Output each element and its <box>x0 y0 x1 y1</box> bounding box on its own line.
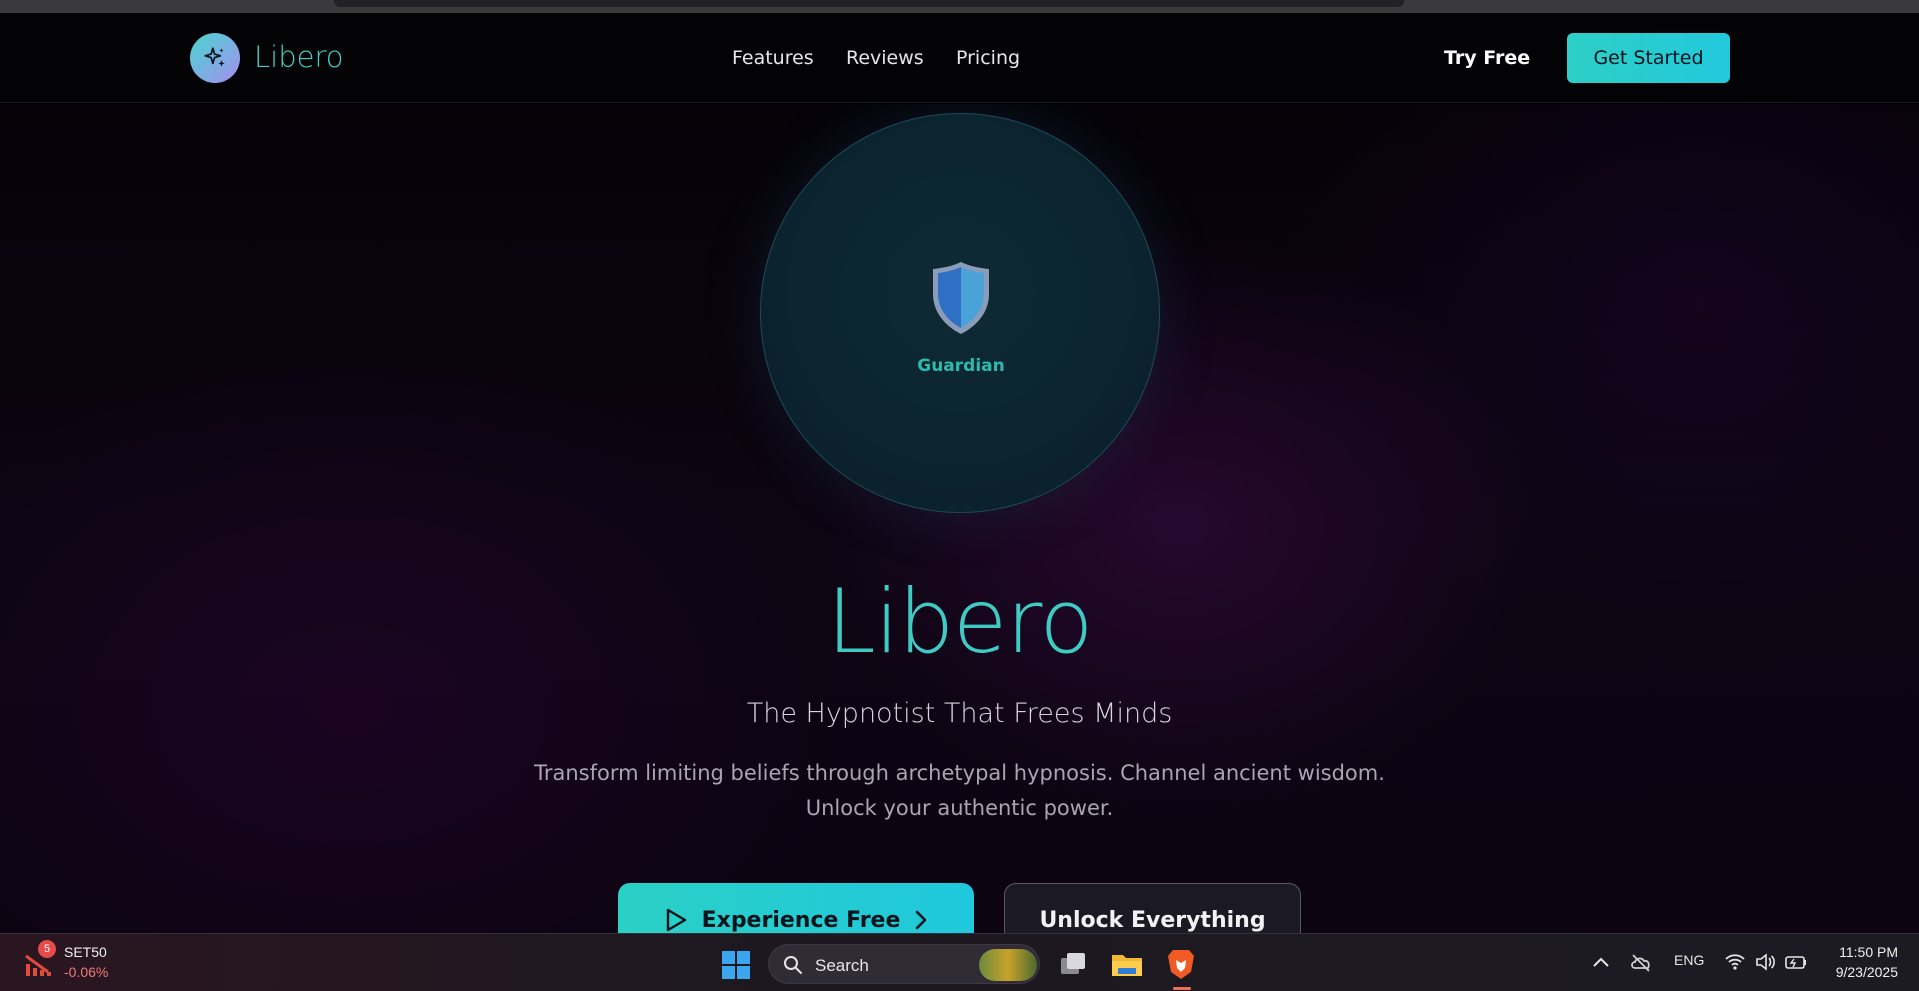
hero-title: Libero <box>826 570 1094 673</box>
windows-taskbar: 5 SET50 -0.06% Search ENG 11:50 PM 9/23/… <box>0 933 1919 991</box>
experience-free-label: Experience Free <box>701 907 901 933</box>
chevron-right-icon <box>916 910 927 930</box>
clock-date[interactable]: 9/23/2025 <box>1818 964 1898 980</box>
nav-pricing[interactable]: Pricing <box>956 47 1020 69</box>
browser-scroll-thumb[interactable] <box>334 0 1404 7</box>
task-view-icon[interactable] <box>1055 946 1091 982</box>
browser-top-strip <box>0 0 1919 13</box>
nav-reviews[interactable]: Reviews <box>846 47 924 69</box>
ticker-change: -0.06% <box>64 964 109 980</box>
windows-start-icon[interactable] <box>722 951 750 979</box>
ticker-name[interactable]: SET50 <box>64 944 107 960</box>
hero-description-line-1: Transform limiting beliefs through arche… <box>534 761 1385 785</box>
search-highlight-image <box>979 949 1037 981</box>
clock-time[interactable]: 11:50 PM <box>1834 944 1898 960</box>
hero-subtitle: The Hypnotist That Frees Minds <box>746 698 1173 729</box>
navbar: Libero Features Reviews Pricing Try Free… <box>0 13 1919 103</box>
logo-sparkle-icon[interactable] <box>190 33 240 83</box>
file-explorer-icon[interactable] <box>1109 946 1145 982</box>
get-started-button[interactable]: Get Started <box>1567 33 1730 83</box>
brave-browser-icon[interactable] <box>1163 946 1199 982</box>
onedrive-offline-icon[interactable] <box>1629 951 1653 975</box>
shield-icon <box>933 262 989 334</box>
chevron-up-icon[interactable] <box>1590 952 1612 974</box>
brand-name[interactable]: Libero <box>254 40 344 74</box>
wifi-icon[interactable] <box>1724 951 1746 973</box>
play-icon <box>666 908 686 932</box>
archetype-orb[interactable]: Guardian <box>760 113 1160 513</box>
search-label: Search <box>815 956 869 975</box>
search-icon <box>784 956 802 974</box>
experience-free-button[interactable]: Experience Free <box>618 883 974 933</box>
volume-icon[interactable] <box>1754 951 1776 973</box>
hero-description-line-2: Unlock your authentic power. <box>805 796 1114 820</box>
battery-icon[interactable] <box>1784 951 1808 973</box>
nav-features[interactable]: Features <box>732 47 814 69</box>
orb-label: Guardian <box>917 356 1005 376</box>
taskbar-search[interactable]: Search <box>768 944 1040 984</box>
unlock-everything-button[interactable]: Unlock Everything <box>1004 883 1301 933</box>
active-app-indicator <box>1173 987 1191 990</box>
hero-section: Guardian Libero The Hypnotist That Frees… <box>0 104 1919 933</box>
hero-description: Transform limiting beliefs through arche… <box>0 756 1919 826</box>
notification-badge: 5 <box>38 940 56 958</box>
try-free-link[interactable]: Try Free <box>1444 47 1530 69</box>
language-indicator[interactable]: ENG <box>1674 952 1704 968</box>
